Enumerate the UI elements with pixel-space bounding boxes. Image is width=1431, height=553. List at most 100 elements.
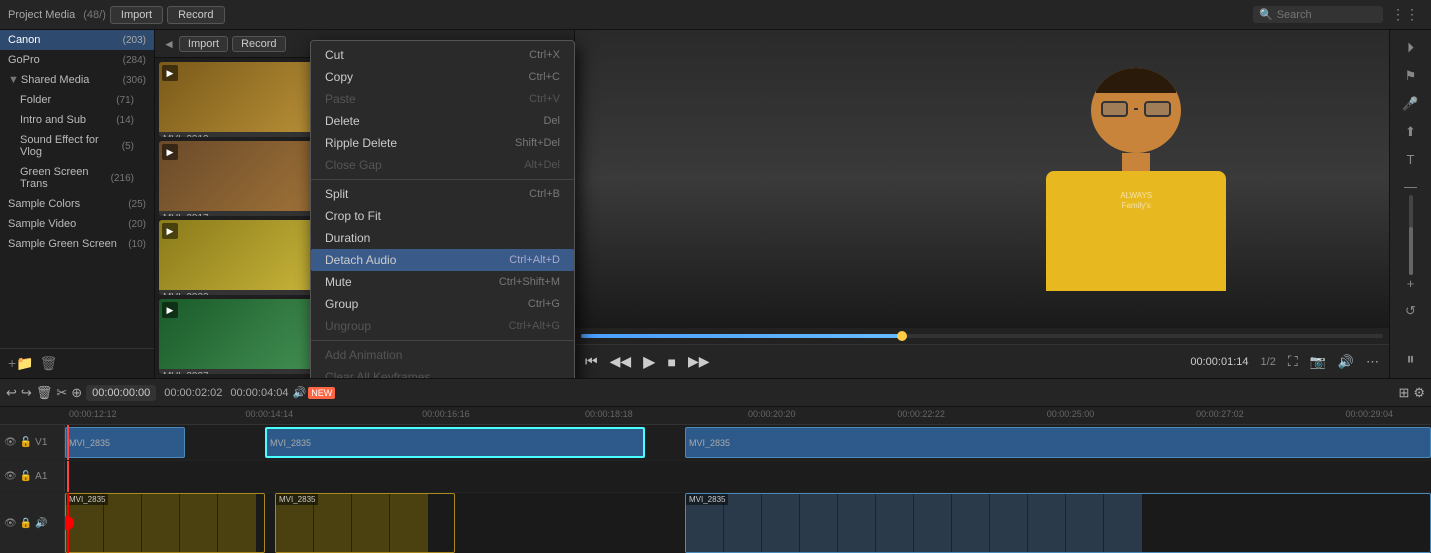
ctx-close-gap[interactable]: Close Gap Alt+Del: [311, 154, 574, 176]
stop-button[interactable]: ■: [667, 354, 675, 370]
ctx-ripple-delete[interactable]: Ripple Delete Shift+Del: [311, 132, 574, 154]
add-folder-icon[interactable]: +📁: [8, 355, 34, 372]
next-frame-button[interactable]: ▶▶: [688, 353, 710, 370]
panel-item-shared[interactable]: ▼ Shared Media (306): [0, 70, 154, 90]
rt-export-button[interactable]: ⬆: [1402, 121, 1419, 143]
ctx-clear-keyframes[interactable]: Clear All Keyframes: [311, 366, 574, 378]
rewind-button[interactable]: ⏮: [585, 353, 598, 370]
rt-zoom-in-button[interactable]: +: [1404, 273, 1418, 294]
ctx-copy[interactable]: Copy Ctrl+C: [311, 66, 574, 88]
rt-flag-button[interactable]: ⚑: [1402, 65, 1420, 87]
ctx-add-animation[interactable]: Add Animation: [311, 344, 574, 366]
ctx-group[interactable]: Group Ctrl+G: [311, 293, 574, 315]
rt-zoom-slider[interactable]: [1409, 195, 1413, 275]
strip-eye-icon[interactable]: 👁: [4, 518, 17, 529]
panel-item-intro[interactable]: Intro and Sub (14): [0, 110, 154, 130]
panel-item-folder[interactable]: Folder (71): [0, 90, 154, 110]
ruler-mark-8: 00:00:27:02: [1196, 409, 1244, 419]
video-clip-2[interactable]: MVI_2835: [265, 427, 645, 459]
rt-pause-button[interactable]: ⏸: [1403, 348, 1417, 372]
play-button[interactable]: ▶: [643, 352, 655, 372]
person-figure: ALWAYSFamily's: [1046, 68, 1226, 291]
more-options-button[interactable]: ⋯: [1366, 354, 1379, 370]
tl-redo-button[interactable]: ↪: [21, 385, 32, 401]
rt-text-button[interactable]: T: [1404, 149, 1418, 170]
ctx-delete[interactable]: Delete Del: [311, 110, 574, 132]
video-progress-bar[interactable]: [581, 334, 1383, 338]
panel-item-canon-label: Canon: [8, 34, 40, 46]
panel-item-sc-count: (25): [128, 199, 146, 210]
search-input[interactable]: [1277, 9, 1357, 21]
video-preview-panel: ALWAYSFamily's ⏮ ◀◀ ▶ ■ ▶▶: [575, 30, 1389, 378]
record-button[interactable]: Record: [167, 6, 224, 24]
panel-item-greenscreen-trans[interactable]: Green Screen Trans (216): [0, 162, 154, 194]
fullscreen-button[interactable]: ⛶: [1288, 353, 1298, 370]
ctx-paste[interactable]: Paste Ctrl+V: [311, 88, 574, 110]
rt-reset-button[interactable]: ↺: [1402, 300, 1419, 322]
audio-eye-icon[interactable]: 👁: [4, 471, 17, 482]
tl-copy-button[interactable]: ⊕: [71, 385, 82, 401]
prev-frame-button[interactable]: ◀◀: [610, 353, 632, 370]
person-neck: [1122, 153, 1150, 171]
ctx-duration-label: Duration: [325, 231, 370, 245]
record-media-button[interactable]: Record: [232, 36, 285, 52]
panel-item-folder-count: (71): [116, 95, 134, 106]
panel-item-canon[interactable]: Canon (203): [0, 30, 154, 50]
tl-cut-button[interactable]: ✂: [56, 385, 67, 401]
import-media-button[interactable]: Import: [179, 36, 228, 52]
video-clip-3[interactable]: MVI_2835: [685, 427, 1431, 459]
menu-dots-icon[interactable]: ⋮⋮: [1387, 6, 1423, 23]
tl-undo-button[interactable]: ↩: [6, 385, 17, 401]
ctx-duration[interactable]: Duration: [311, 227, 574, 249]
eye-icon[interactable]: 👁: [4, 437, 17, 448]
ctx-copy-shortcut: Ctrl+C: [529, 71, 560, 83]
audio-button[interactable]: 🔊: [1338, 354, 1354, 370]
rt-zoom-out-button[interactable]: —: [1401, 176, 1420, 197]
project-count: (48/): [83, 9, 106, 21]
tl-delete-button[interactable]: 🗑: [36, 385, 53, 401]
main-content: Canon (203) GoPro (284) ▼ Shared Media (…: [0, 30, 1431, 378]
ctx-copy-label: Copy: [325, 70, 353, 84]
panel-item-sample-colors[interactable]: Sample Colors (25): [0, 194, 154, 214]
ctx-crop-to-fit[interactable]: Crop to Fit: [311, 205, 574, 227]
ctx-detach-audio[interactable]: Detach Audio Ctrl+Alt+D: [311, 249, 574, 271]
video-progress-knob[interactable]: [897, 331, 907, 341]
panel-item-sound[interactable]: Sound Effect for Vlog (5): [0, 130, 154, 162]
panel-item-gopro[interactable]: GoPro (284): [0, 50, 154, 70]
panel-item-shared-label: Shared Media: [21, 74, 123, 86]
strip-clip-2[interactable]: MVI_2835: [275, 493, 455, 553]
panel-item-sample-green[interactable]: Sample Green Screen (10): [0, 234, 154, 254]
screenshot-button[interactable]: 📷: [1310, 354, 1326, 370]
strip-lock-icon[interactable]: 🔒: [20, 518, 32, 529]
ctx-mute[interactable]: Mute Ctrl+Shift+M: [311, 271, 574, 293]
video-track-row: 👁 🔓 V1 MVI_2835 MVI_2835 MVI_2835: [0, 425, 1431, 461]
panel-item-gopro-count: (284): [123, 55, 146, 66]
tl-audio-btn[interactable]: 🔊 NEW: [293, 386, 336, 399]
lock-icon[interactable]: 🔓: [20, 437, 32, 448]
strip-clip-1-label: MVI_2835: [66, 494, 108, 505]
tl-settings-button[interactable]: ⚙: [1413, 385, 1425, 401]
tl-timecode[interactable]: 00:00:00:00: [86, 385, 156, 401]
left-arrow-icon[interactable]: ◄: [163, 37, 175, 51]
strip-clip-3[interactable]: MVI_2835: [685, 493, 1431, 553]
rt-play-button[interactable]: ⏵: [1404, 36, 1417, 59]
delete-icon[interactable]: 🗑: [40, 355, 58, 372]
ctx-ungroup[interactable]: Ungroup Ctrl+Alt+G: [311, 315, 574, 337]
panel-item-sound-count: (5): [122, 141, 134, 152]
strip-speaker-icon[interactable]: 🔊: [35, 518, 47, 529]
ctx-cut[interactable]: Cut Ctrl+X: [311, 44, 574, 66]
audio-lock-icon[interactable]: 🔓: [20, 471, 32, 482]
ctx-split-shortcut: Ctrl+B: [529, 188, 560, 200]
video-clip-1[interactable]: MVI_2835: [65, 427, 185, 459]
import-button[interactable]: Import: [110, 6, 163, 24]
strip-clip-1[interactable]: MVI_2835: [65, 493, 265, 553]
ctx-split[interactable]: Split Ctrl+B: [311, 183, 574, 205]
video-controls: ⏮ ◀◀ ▶ ■ ▶▶ 00:00:01:14 1/2 ⛶ 📷 🔊 ⋯: [575, 344, 1389, 378]
audio-track-header: 👁 🔓 A1: [0, 461, 65, 492]
rt-mic-button[interactable]: 🎤: [1399, 93, 1421, 115]
v1-label: V1: [35, 437, 47, 448]
panel-item-sample-video[interactable]: Sample Video (20): [0, 214, 154, 234]
panel-item-gopro-label: GoPro: [8, 54, 40, 66]
tl-snap-button[interactable]: ⊞: [1398, 385, 1409, 401]
ruler-mark-5: 00:00:20:20: [748, 409, 796, 419]
